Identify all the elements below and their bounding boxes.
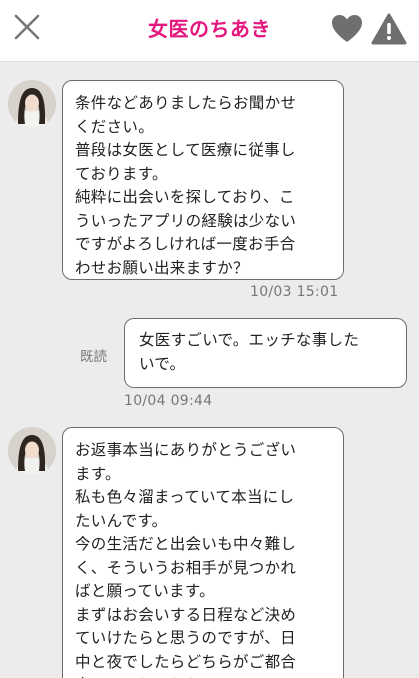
avatar[interactable] bbox=[8, 80, 56, 128]
avatar[interactable] bbox=[8, 427, 56, 475]
chat-header: 女医のちあき bbox=[0, 0, 419, 62]
sent-message-bubble: 女医すごいで。エッチな事した いで。 bbox=[124, 318, 407, 388]
received-message-bubble: お返事本当にありがとうござい ます。 私も色々溜まっていて本当にし たいんです。… bbox=[62, 427, 344, 678]
message-timestamp: 10/04 09:44 bbox=[124, 393, 213, 409]
message-timestamp: 10/03 15:01 bbox=[250, 284, 339, 300]
warning-icon[interactable] bbox=[371, 12, 407, 46]
heart-icon[interactable] bbox=[330, 13, 364, 45]
read-receipt: 既読 bbox=[80, 349, 107, 365]
received-message-bubble: 条件などありましたらお聞かせ ください。 普段は女医として医療に従事し ておりま… bbox=[62, 80, 344, 280]
